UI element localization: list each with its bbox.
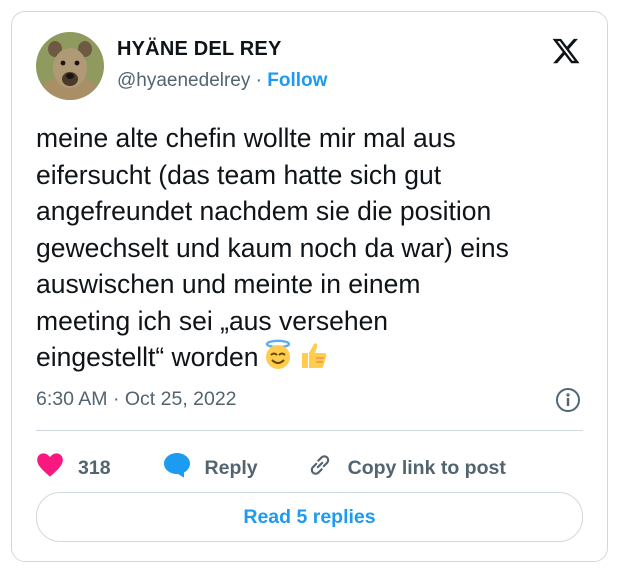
like-button[interactable]: 318 (36, 452, 111, 484)
copy-link-button[interactable]: Copy link to post (292, 452, 506, 484)
read-replies-label: Read 5 replies (243, 505, 376, 528)
follow-button[interactable]: Follow (267, 70, 327, 91)
copy-link-label: Copy link to post (347, 456, 506, 479)
author-name[interactable]: HYÄNE DEL REY (117, 38, 282, 61)
separator-dot: · (250, 70, 268, 91)
tweet-text-content: meine alte chefin wollte mir mal aus eif… (36, 123, 509, 372)
like-count: 318 (78, 456, 111, 479)
author-handle[interactable]: @hyaenedelrey (117, 70, 250, 91)
read-replies-button[interactable]: Read 5 replies (36, 492, 583, 542)
author-handle-row: @hyaenedelrey · Follow (117, 70, 327, 92)
x-logo-icon[interactable] (551, 36, 581, 66)
tweet-card: HYÄNE DEL REY @hyaenedelrey · Follow mei… (11, 11, 608, 562)
reply-button[interactable]: Reply (149, 452, 258, 484)
reply-label: Reply (204, 456, 258, 479)
reply-bubble-icon (163, 452, 191, 484)
tweet-timestamp[interactable]: 6:30 AM · Oct 25, 2022 (36, 388, 237, 411)
smiling-face-with-halo-icon (262, 339, 294, 381)
divider (36, 430, 583, 431)
heart-icon (36, 452, 64, 484)
info-icon[interactable] (555, 387, 581, 413)
thumbs-up-icon (298, 339, 330, 381)
avatar[interactable] (36, 32, 104, 100)
tweet-text: meine alte chefin wollte mir mal aus eif… (36, 120, 592, 381)
link-icon (306, 452, 334, 484)
tweet-actions: 318 Reply Copy link to post (36, 448, 506, 488)
